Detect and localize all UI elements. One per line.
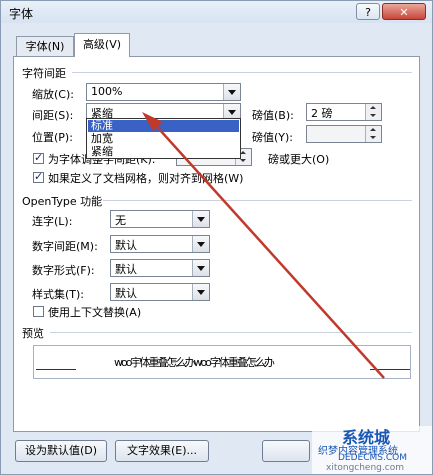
scale-label: 缩放(C): <box>32 88 74 101</box>
ok-button[interactable] <box>262 440 310 462</box>
scale-combo[interactable]: 100% <box>86 83 241 101</box>
divider <box>72 72 412 73</box>
watermark-line4: xitongcheng.com <box>326 463 404 473</box>
baseline-left <box>36 369 76 370</box>
kerning-suffix: 磅或更大(O) <box>268 153 330 166</box>
baseline-right <box>370 369 410 370</box>
title-bar: 字体 ? ✕ <box>1 1 432 23</box>
tab-advanced[interactable]: 高级(V) <box>74 33 130 57</box>
chevron-down-icon[interactable] <box>192 284 209 300</box>
spacing-option-expanded[interactable]: 加宽 <box>88 133 239 145</box>
help-button[interactable]: ? <box>356 3 380 20</box>
stylistic-combo[interactable]: 默认 <box>110 283 210 301</box>
grid-label: 如果定义了文档网格，则对齐到网格(W) <box>48 172 244 185</box>
chevron-down-icon[interactable] <box>192 260 209 276</box>
chevron-down-icon[interactable] <box>192 236 209 252</box>
scale-value: 100% <box>91 85 123 98</box>
preview-heading: 预览 <box>22 327 44 340</box>
spacing-amount-spinner[interactable]: 2 磅 <box>306 103 382 121</box>
position-amount-spinner[interactable] <box>306 125 382 143</box>
ligatures-combo[interactable]: 无 <box>110 210 210 228</box>
grid-checkbox[interactable] <box>33 170 44 183</box>
tab-font[interactable]: 字体(N) <box>16 36 74 56</box>
spacing-option-standard[interactable]: 标准 <box>88 120 239 132</box>
char-spacing-heading: 字符间距 <box>22 67 66 80</box>
contextual-checkbox[interactable] <box>33 306 44 317</box>
spacing-label: 间距(S): <box>32 109 74 122</box>
num-form-value: 默认 <box>115 263 137 276</box>
num-form-label: 数字形式(F): <box>32 264 95 277</box>
spacing-amount-label: 磅值(B): <box>252 109 294 122</box>
opentype-heading: OpenType 功能 <box>22 195 103 208</box>
position-label: 位置(P): <box>32 131 73 144</box>
divider <box>103 200 412 201</box>
position-amount-label: 磅值(Y): <box>252 131 294 144</box>
spacing-option-condensed[interactable]: 紧缩 <box>88 146 239 158</box>
ligatures-value: 无 <box>115 214 126 227</box>
chevron-down-icon[interactable] <box>223 84 240 100</box>
spacing-dropdown-list: 标准 加宽 紧缩 <box>86 118 241 159</box>
watermark-line3: DEDECMS.COM <box>338 453 407 463</box>
num-spacing-combo[interactable]: 默认 <box>110 235 210 253</box>
window-title: 字体 <box>9 7 34 21</box>
num-spacing-value: 默认 <box>115 239 137 252</box>
close-button[interactable]: ✕ <box>382 3 426 20</box>
watermark: 系统城 织梦内容管理系统 DEDECMS.COM xitongcheng.com <box>312 426 432 474</box>
preview-box: woo宇体重叠怎么办woo字体重叠怎么办 <box>33 345 411 379</box>
text-effects-button[interactable]: 文字效果(E)... <box>115 440 209 462</box>
spacing-amount-value: 2 磅 <box>311 107 333 120</box>
divider <box>50 332 412 333</box>
set-default-button[interactable]: 设为默认值(D) <box>15 440 107 462</box>
num-form-combo[interactable]: 默认 <box>110 259 210 277</box>
kerning-checkbox[interactable] <box>33 151 44 164</box>
spin-down-icon[interactable] <box>365 112 381 120</box>
stylistic-value: 默认 <box>115 287 137 300</box>
stylistic-label: 样式集(T): <box>32 288 85 301</box>
chevron-down-icon[interactable] <box>192 211 209 227</box>
ligatures-label: 连字(L): <box>32 215 73 228</box>
num-spacing-label: 数字间距(M): <box>32 240 98 253</box>
spin-down-icon[interactable] <box>365 134 381 142</box>
preview-text: woo宇体重叠怎么办woo字体重叠怎么办 <box>114 356 275 369</box>
contextual-label: 使用上下文替换(A) <box>48 306 142 319</box>
